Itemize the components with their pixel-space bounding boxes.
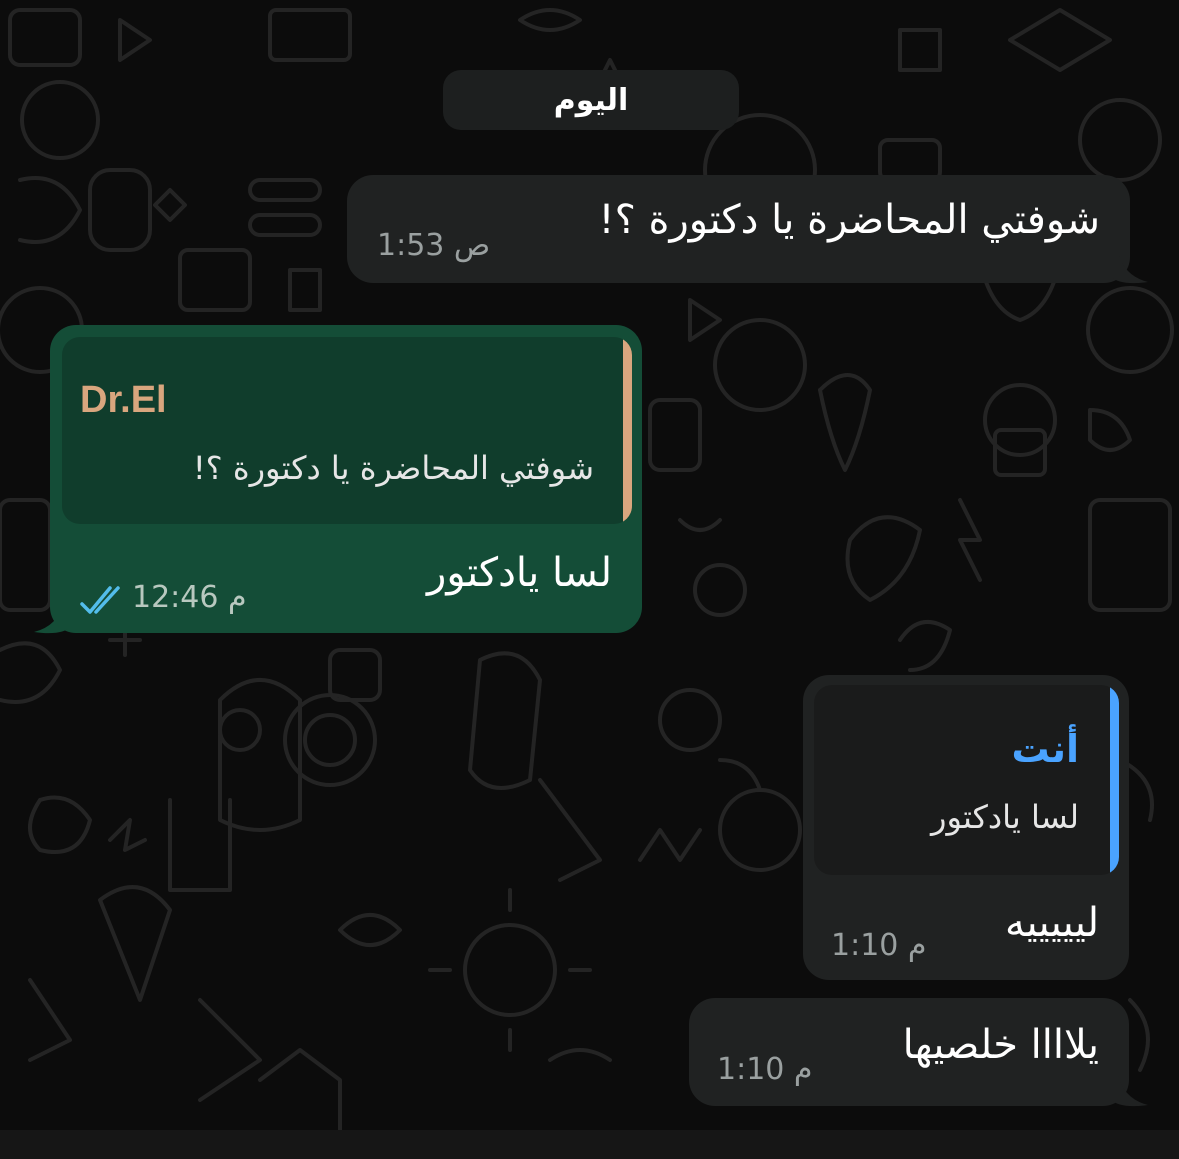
double-check-read-icon [80, 586, 120, 614]
message-bubble[interactable]: Dr.El شوفتي المحاضرة يا دكتورة ؟! لسا يا… [50, 325, 642, 633]
message-text: شوفتي المحاضرة يا دكتورة ؟! [598, 197, 1100, 243]
message-timestamp: 12:46 م [132, 580, 247, 615]
reply-quote[interactable]: Dr.El شوفتي المحاضرة يا دكتورة ؟! [62, 337, 632, 524]
message-bubble[interactable]: يلاااا خلصيها 1:10 م [689, 998, 1129, 1106]
reply-accent-bar [1110, 685, 1119, 875]
message-timestamp: 1:10 م [717, 1052, 813, 1087]
bubble-tail [1110, 1075, 1148, 1107]
message-text: يلاااا خلصيها [902, 1022, 1099, 1068]
reply-quoted-text: لسا يادكتور [931, 798, 1079, 836]
reply-quoted-text: شوفتي المحاضرة يا دكتورة ؟! [192, 449, 594, 487]
bottom-bar [0, 1130, 1179, 1159]
reply-accent-bar [623, 337, 632, 524]
message-text: لسا يادكتور [427, 550, 612, 596]
bubble-tail [34, 602, 72, 634]
chat-area[interactable]: اليوم شوفتي المحاضرة يا دكتورة ؟! 1:53 ص… [0, 0, 1179, 1130]
message-text: ليييييه [1005, 900, 1099, 946]
bubble-tail [1110, 252, 1148, 284]
reply-sender-name: Dr.El [80, 379, 167, 421]
message-bubble[interactable]: شوفتي المحاضرة يا دكتورة ؟! 1:53 ص [347, 175, 1130, 283]
reply-sender-name: أنت [1011, 727, 1079, 771]
message-timestamp: 1:10 م [831, 928, 927, 963]
date-separator: اليوم [443, 70, 739, 130]
reply-quote[interactable]: أنت لسا يادكتور [814, 685, 1119, 875]
message-timestamp: 1:53 ص [377, 228, 491, 263]
message-bubble[interactable]: أنت لسا يادكتور ليييييه 1:10 م [803, 675, 1129, 980]
